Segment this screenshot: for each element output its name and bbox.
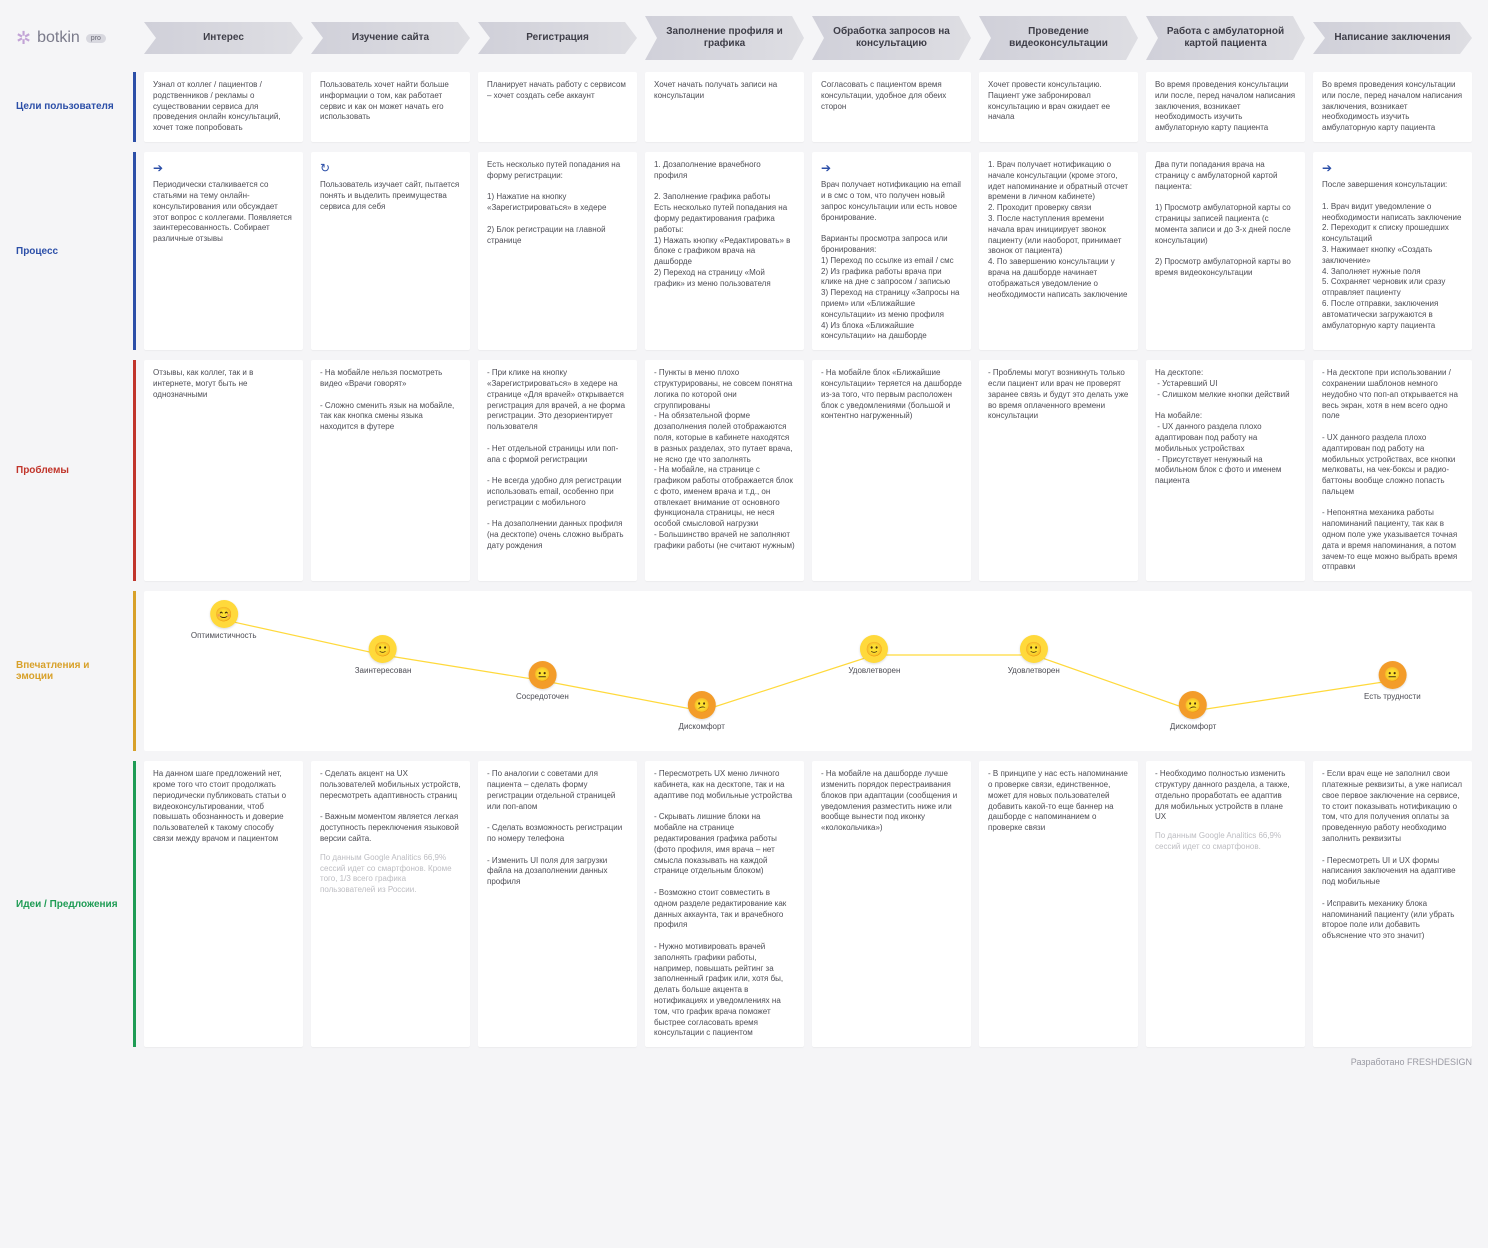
stage-7: Написание заключения	[1313, 22, 1472, 54]
reload-icon: ↻	[320, 160, 461, 176]
emotion-label: Есть трудности	[1364, 692, 1421, 701]
emoji-smile-icon: 🙂	[369, 635, 397, 663]
card-goals-5: Хочет провести консультацию. Пациент уже…	[979, 72, 1138, 142]
stage-0: Интерес	[144, 22, 303, 54]
emoji-smile-icon: 🙂	[860, 635, 888, 663]
emotion-point-6: 😕 Дискомфорт	[1170, 691, 1216, 731]
emotions-line	[144, 591, 1472, 751]
card-problems-1: - На мобайле нельзя посмотреть видео «Вр…	[311, 360, 470, 581]
emotion-label: Сосредоточен	[516, 692, 569, 701]
card-process-7: ➔ После завершения консультации: 1. Врач …	[1313, 152, 1472, 350]
emotion-label: Заинтересован	[355, 666, 412, 675]
stage-6: Работа с амбулаторной картой пациента	[1146, 16, 1305, 60]
row-label-problems: Проблемы	[16, 360, 136, 581]
arrow-right-icon: ➔	[1322, 160, 1463, 176]
card-ideas-6: - Необходимо полностью изменить структур…	[1146, 761, 1305, 1047]
card-process-5: 1. Врач получает нотификацию о начале ко…	[979, 152, 1138, 350]
emotion-label: Дискомфорт	[1170, 722, 1216, 731]
card-goals-3: Хочет начать получать записи на консульт…	[645, 72, 804, 142]
card-text: Периодически сталкивается со статьями на…	[153, 180, 294, 243]
card-problems-5: - Проблемы могут возникнуть только если …	[979, 360, 1138, 581]
card-problems-2: - При клике на кнопку «Зарегистрироватьс…	[478, 360, 637, 581]
card-problems-7: - На десктопе при использовании / сохран…	[1313, 360, 1472, 581]
brain-icon: ✲	[16, 28, 31, 49]
card-goals-6: Во время проведения консультации или пос…	[1146, 72, 1305, 142]
card-ideas-7: - Если врач еще не заполнил свои платежн…	[1313, 761, 1472, 1047]
card-ideas-1: - Сделать акцент на UX пользователей моб…	[311, 761, 470, 1047]
emoji-happy-icon: 😊	[210, 600, 238, 628]
card-goals-0: Узнал от коллег / пациентов / родственни…	[144, 72, 303, 142]
emotion-label: Дискомфорт	[679, 722, 725, 731]
card-process-4: ➔ Врач получает нотификацию на email и в …	[812, 152, 971, 350]
card-process-0: ➔ Периодически сталкивается со статьями н…	[144, 152, 303, 350]
stage-5: Проведение видеоконсультации	[979, 16, 1138, 60]
card-ideas-4: - На мобайле на дашборде лучше изменить …	[812, 761, 971, 1047]
emoji-meh-icon: 😕	[688, 691, 716, 719]
card-text: После завершения консультации: 1. Врач в…	[1322, 180, 1461, 329]
card-ideas-5: - В принципе у нас есть напоминание о пр…	[979, 761, 1138, 1047]
card-text: - Сделать акцент на UX пользователей моб…	[320, 769, 463, 843]
stage-2: Регистрация	[478, 22, 637, 54]
card-problems-0: Отзывы, как коллег, так и в интернете, м…	[144, 360, 303, 581]
card-problems-6: На десктопе: - Устаревший UI - Слишком м…	[1146, 360, 1305, 581]
card-goals-4: Согласовать с пациентом время консультац…	[812, 72, 971, 142]
row-label-goals: Цели пользователя	[16, 72, 136, 142]
card-goals-7: Во время проведения консультации или пос…	[1313, 72, 1472, 142]
emotion-label: Оптимистичность	[191, 631, 257, 640]
brand-logo: ✲ botkin pro	[16, 28, 136, 49]
card-note: По данным Google Analitics 66,9% сессий …	[1155, 831, 1296, 853]
row-label-ideas: Идеи / Предложения	[16, 761, 136, 1047]
row-label-process: Процесс	[16, 152, 136, 350]
card-ideas-3: - Пересмотреть UX меню личного кабинета,…	[645, 761, 804, 1047]
emotion-point-2: 😐 Сосредоточен	[516, 661, 569, 701]
emotion-label: Удовлетворен	[1008, 666, 1060, 675]
card-ideas-0: На данном шаге предложений нет, кроме то…	[144, 761, 303, 1047]
card-ideas-2: - По аналогии с советами для пациента – …	[478, 761, 637, 1047]
card-note: По данным Google Analitics 66,9% сессий …	[320, 853, 461, 896]
card-problems-3: - Пункты в меню плохо структурированы, н…	[645, 360, 804, 581]
stage-3: Заполнение профиля и графика	[645, 16, 804, 60]
emoji-neutral-icon: 😐	[1378, 661, 1406, 689]
card-problems-4: - На мобайле блок «Ближайшие консультаци…	[812, 360, 971, 581]
card-text: Врач получает нотификацию на email и в с…	[821, 180, 963, 340]
emoji-neutral-icon: 😐	[528, 661, 556, 689]
card-process-1: ↻ Пользователь изучает сайт, пытается пон…	[311, 152, 470, 350]
emotion-point-0: 😊 Оптимистичность	[191, 600, 257, 640]
emotion-point-7: 😐 Есть трудности	[1364, 661, 1421, 701]
arrow-right-icon: ➔	[821, 160, 962, 176]
row-label-emotions: Впечатления и эмоции	[16, 591, 136, 751]
emotion-point-3: 😕 Дискомфорт	[679, 691, 725, 731]
card-text: Пользователь изучает сайт, пытается поня…	[320, 180, 461, 211]
emoji-meh-icon: 😕	[1179, 691, 1207, 719]
card-process-3: 1. Дозаполнение врачебного профиля 2. За…	[645, 152, 804, 350]
emotion-label: Удовлетворен	[848, 666, 900, 675]
stage-4: Обработка запросов на консультацию	[812, 16, 971, 60]
brand-sup: pro	[86, 34, 106, 43]
card-process-6: Два пути попадания врача на страницу с а…	[1146, 152, 1305, 350]
emotion-point-4: 🙂 Удовлетворен	[848, 635, 900, 675]
emoji-smile-icon: 🙂	[1020, 635, 1048, 663]
card-goals-2: Планирует начать работу с сервисом – хоч…	[478, 72, 637, 142]
brand-name: botkin	[37, 29, 80, 47]
credit-text: Разработано FRESHDESIGN	[16, 1057, 1472, 1067]
arrow-right-icon: ➔	[153, 160, 294, 176]
stage-1: Изучение сайта	[311, 22, 470, 54]
card-goals-1: Пользователь хочет найти больше информац…	[311, 72, 470, 142]
card-text: - Необходимо полностью изменить структур…	[1155, 769, 1292, 821]
card-process-2: Есть несколько путей попадания на форму …	[478, 152, 637, 350]
emotion-point-5: 🙂 Удовлетворен	[1008, 635, 1060, 675]
emotions-panel: 😊 Оптимистичность 🙂 Заинтересован 😐 Сосредото…	[144, 591, 1472, 751]
emotion-point-1: 🙂 Заинтересован	[355, 635, 412, 675]
